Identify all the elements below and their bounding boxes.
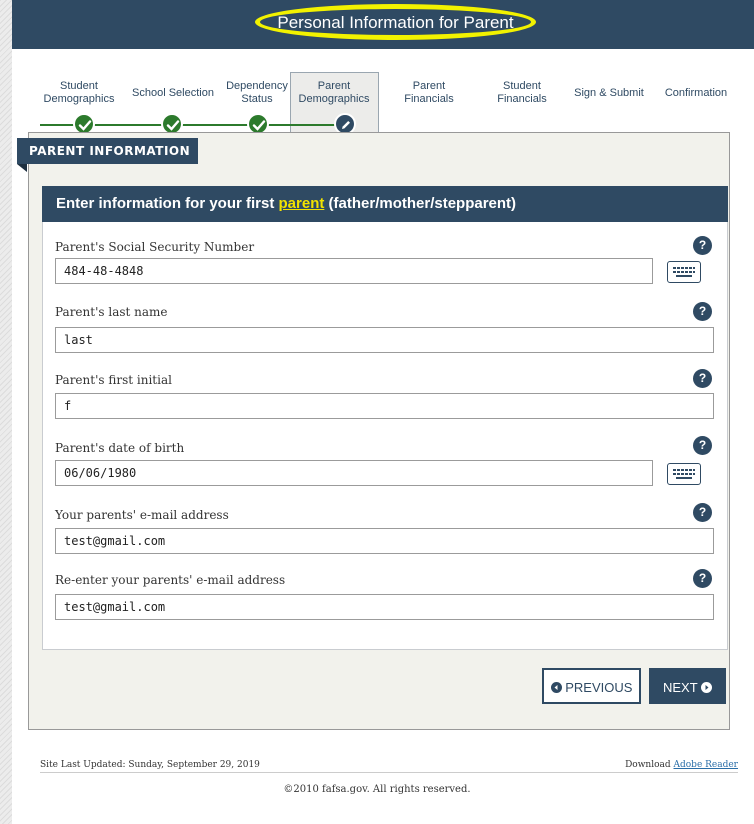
email-confirm-label: Re-enter your parents' e-mail address	[55, 573, 286, 587]
step-student-demographics[interactable]: Student Demographics	[40, 80, 118, 106]
dob-label: Parent's date of birth	[55, 441, 185, 455]
adobe-reader-link[interactable]: Adobe Reader	[674, 760, 739, 770]
ssn-input[interactable]: 484-48-4848	[55, 258, 653, 284]
step-school-selection[interactable]: School Selection	[128, 87, 218, 100]
email-confirm-input[interactable]: test@gmail.com	[55, 594, 714, 620]
arrow-left-icon	[550, 682, 562, 693]
last-name-label: Parent's last name	[55, 305, 168, 319]
heading-text: (father/mother/stepparent)	[324, 195, 517, 212]
step-label: Demographics	[298, 93, 370, 105]
step-label: Student	[60, 80, 98, 92]
ssn-label: Parent's Social Security Number	[55, 240, 255, 254]
help-icon[interactable]: ?	[693, 236, 712, 255]
step-student-financials[interactable]: Student Financials	[485, 80, 559, 106]
site-updated: Site Last Updated: Sunday, September 29,…	[40, 760, 260, 770]
step-label: Demographics	[43, 93, 115, 105]
copyright: ©2010 fafsa.gov. All rights reserved.	[283, 784, 471, 795]
parent-definition-link[interactable]: parent	[279, 195, 325, 212]
keyboard-icon[interactable]	[667, 463, 701, 485]
first-initial-input[interactable]: f	[55, 393, 714, 419]
step-parent-financials[interactable]: Parent Financials	[394, 80, 464, 106]
heading-text: Enter information for your first	[56, 195, 279, 212]
footer-divider	[40, 772, 738, 773]
help-icon[interactable]: ?	[693, 302, 712, 321]
next-label: NEXT	[662, 680, 698, 695]
arrow-right-icon	[701, 682, 713, 693]
step-label: Confirmation	[664, 87, 728, 99]
step-label: Parent	[412, 80, 446, 92]
card-heading: Enter information for your first parent …	[42, 186, 728, 222]
help-icon[interactable]: ?	[693, 436, 712, 455]
step-label: Dependency	[226, 80, 288, 92]
help-icon[interactable]: ?	[693, 569, 712, 588]
header-bar: Personal Information for Parent	[12, 0, 754, 49]
previous-button[interactable]: PREVIOUS	[542, 668, 641, 704]
section-tab: PARENT INFORMATION	[17, 138, 198, 164]
step-label: Status	[241, 93, 273, 105]
step-dependency-status[interactable]: Dependency Status	[218, 80, 296, 106]
download-text: Download	[625, 760, 674, 770]
help-icon[interactable]: ?	[693, 503, 712, 522]
step-label: School Selection	[132, 87, 214, 99]
step-label: Financials	[497, 93, 547, 105]
previous-label: PREVIOUS	[565, 680, 633, 695]
next-button[interactable]: NEXT	[649, 668, 726, 704]
step-label: Student	[503, 80, 541, 92]
step-label: Sign & Submit	[574, 87, 644, 99]
first-initial-label: Parent's first initial	[55, 373, 172, 387]
step-confirmation[interactable]: Confirmation	[660, 87, 732, 100]
download-reader: Download Adobe Reader	[625, 760, 738, 770]
dob-input[interactable]: 06/06/1980	[55, 460, 653, 486]
email-input[interactable]: test@gmail.com	[55, 528, 714, 554]
help-icon[interactable]: ?	[693, 369, 712, 388]
section-tab-fold	[17, 164, 27, 172]
step-sign-submit[interactable]: Sign & Submit	[568, 87, 650, 100]
keyboard-icon[interactable]	[667, 261, 701, 283]
last-name-input[interactable]: last	[55, 327, 714, 353]
step-label: Financials	[404, 93, 454, 105]
step-label: Parent	[317, 80, 351, 92]
email-label: Your parents' e-mail address	[55, 508, 229, 522]
step-parent-demographics[interactable]: Parent Demographics	[294, 80, 374, 106]
page-title: Personal Information for Parent	[255, 4, 536, 40]
